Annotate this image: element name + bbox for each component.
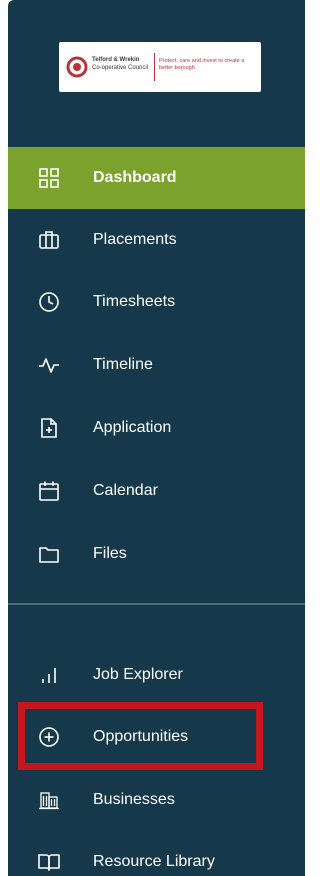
- section-divider: [8, 603, 305, 605]
- nav-item-opportunities[interactable]: Opportunities: [8, 706, 305, 768]
- nav-label-businesses: Businesses: [93, 791, 175, 808]
- nav-item-resource-library[interactable]: Resource Library: [8, 831, 305, 876]
- logo-org-line2: Co-operative Council: [92, 65, 149, 71]
- nav-label-job-explorer: Job Explorer: [93, 666, 183, 683]
- logo-divider: [154, 53, 155, 81]
- nav-item-dashboard[interactable]: Dashboard: [8, 147, 305, 209]
- calendar-icon: [38, 480, 60, 502]
- logo-org-name: Telford & Wrekin Co-operative Council: [92, 56, 150, 72]
- nav-item-timesheets[interactable]: Timesheets: [8, 271, 305, 333]
- nav-label-timesheets: Timesheets: [93, 293, 176, 310]
- nav-item-files[interactable]: Files: [8, 523, 305, 585]
- file-plus-icon: [38, 417, 60, 439]
- nav-label-application: Application: [93, 419, 172, 436]
- nav-label-files: Files: [93, 545, 127, 562]
- building-icon: [38, 789, 60, 811]
- nav-item-job-explorer[interactable]: Job Explorer: [8, 644, 305, 706]
- logo-tagline: Protect, care and invest to create a bet…: [159, 58, 245, 71]
- nav-item-timeline[interactable]: Timeline: [8, 334, 305, 396]
- folder-icon: [38, 543, 60, 565]
- book-open-icon: [38, 851, 60, 873]
- nav-label-calendar: Calendar: [93, 482, 158, 499]
- briefcase-icon: [38, 229, 60, 251]
- nav-label-opportunities: Opportunities: [93, 728, 189, 745]
- plus-circle-icon: [38, 726, 60, 748]
- grid-icon: [38, 167, 60, 189]
- nav-item-application[interactable]: Application: [8, 397, 305, 459]
- logo-area: Telford & Wrekin Co-operative Council Pr…: [8, 0, 305, 145]
- nav-label-timeline: Timeline: [93, 356, 153, 373]
- nav-item-calendar[interactable]: Calendar: [8, 460, 305, 522]
- nav-item-placements[interactable]: Placements: [8, 209, 305, 271]
- logo-org-line1: Telford & Wrekin: [92, 57, 140, 63]
- clock-icon: [38, 291, 60, 313]
- nav-label-dashboard: Dashboard: [93, 169, 177, 186]
- council-logo[interactable]: Telford & Wrekin Co-operative Council Pr…: [59, 42, 261, 92]
- sidebar: Telford & Wrekin Co-operative Council Pr…: [8, 0, 305, 876]
- nav-label-placements: Placements: [93, 231, 177, 248]
- bar-chart-icon: [38, 664, 60, 686]
- nav-item-businesses[interactable]: Businesses: [8, 769, 305, 831]
- council-seal-icon: [66, 56, 88, 78]
- activity-icon: [38, 354, 60, 376]
- nav-label-resource-library: Resource Library: [93, 853, 215, 870]
